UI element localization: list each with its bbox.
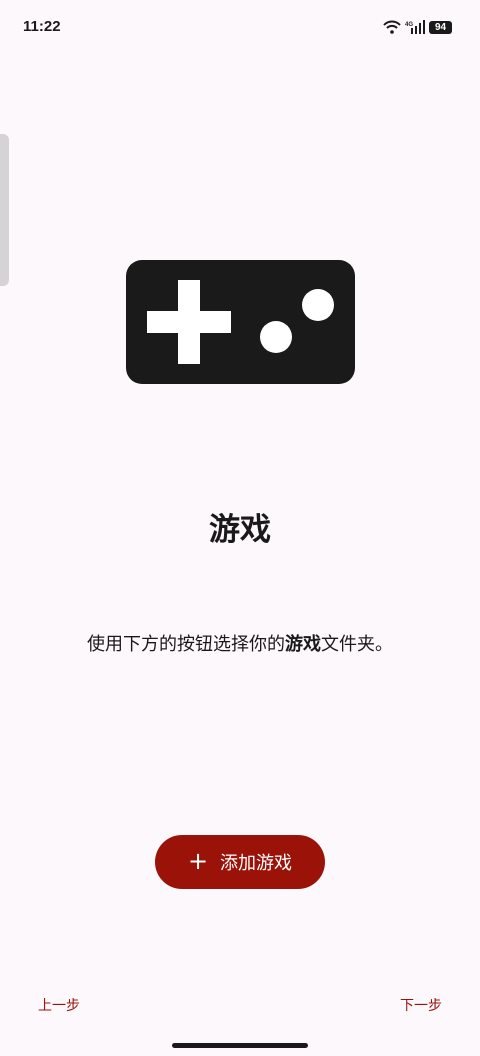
add-game-label: 添加游戏 xyxy=(220,853,293,874)
next-step-button[interactable]: 下一步 xyxy=(400,991,442,1019)
status-icons: 4G 94 xyxy=(383,20,452,34)
signal-icon: 4G xyxy=(405,20,425,34)
wifi-icon xyxy=(383,20,401,34)
status-time: 11:22 xyxy=(23,18,61,35)
home-indicator[interactable] xyxy=(172,1043,308,1048)
description-bold: 游戏 xyxy=(285,634,321,655)
gamepad-icon xyxy=(126,260,355,384)
description-before: 使用下方的按钮选择你的 xyxy=(87,634,285,655)
network-label: 4G xyxy=(405,22,413,28)
description-text: 使用下方的按钮选择你的游戏文件夹。 xyxy=(0,630,480,656)
battery-icon: 94 xyxy=(429,20,452,34)
plus-icon: + xyxy=(187,847,209,875)
description-after: 文件夹。 xyxy=(321,634,393,655)
add-game-button[interactable]: + 添加游戏 xyxy=(155,835,325,889)
status-bar: 11:22 4G 94 xyxy=(0,0,480,56)
page-title: 游戏 xyxy=(209,512,271,548)
side-drag-handle[interactable] xyxy=(0,134,9,286)
previous-step-button[interactable]: 上一步 xyxy=(38,991,80,1019)
